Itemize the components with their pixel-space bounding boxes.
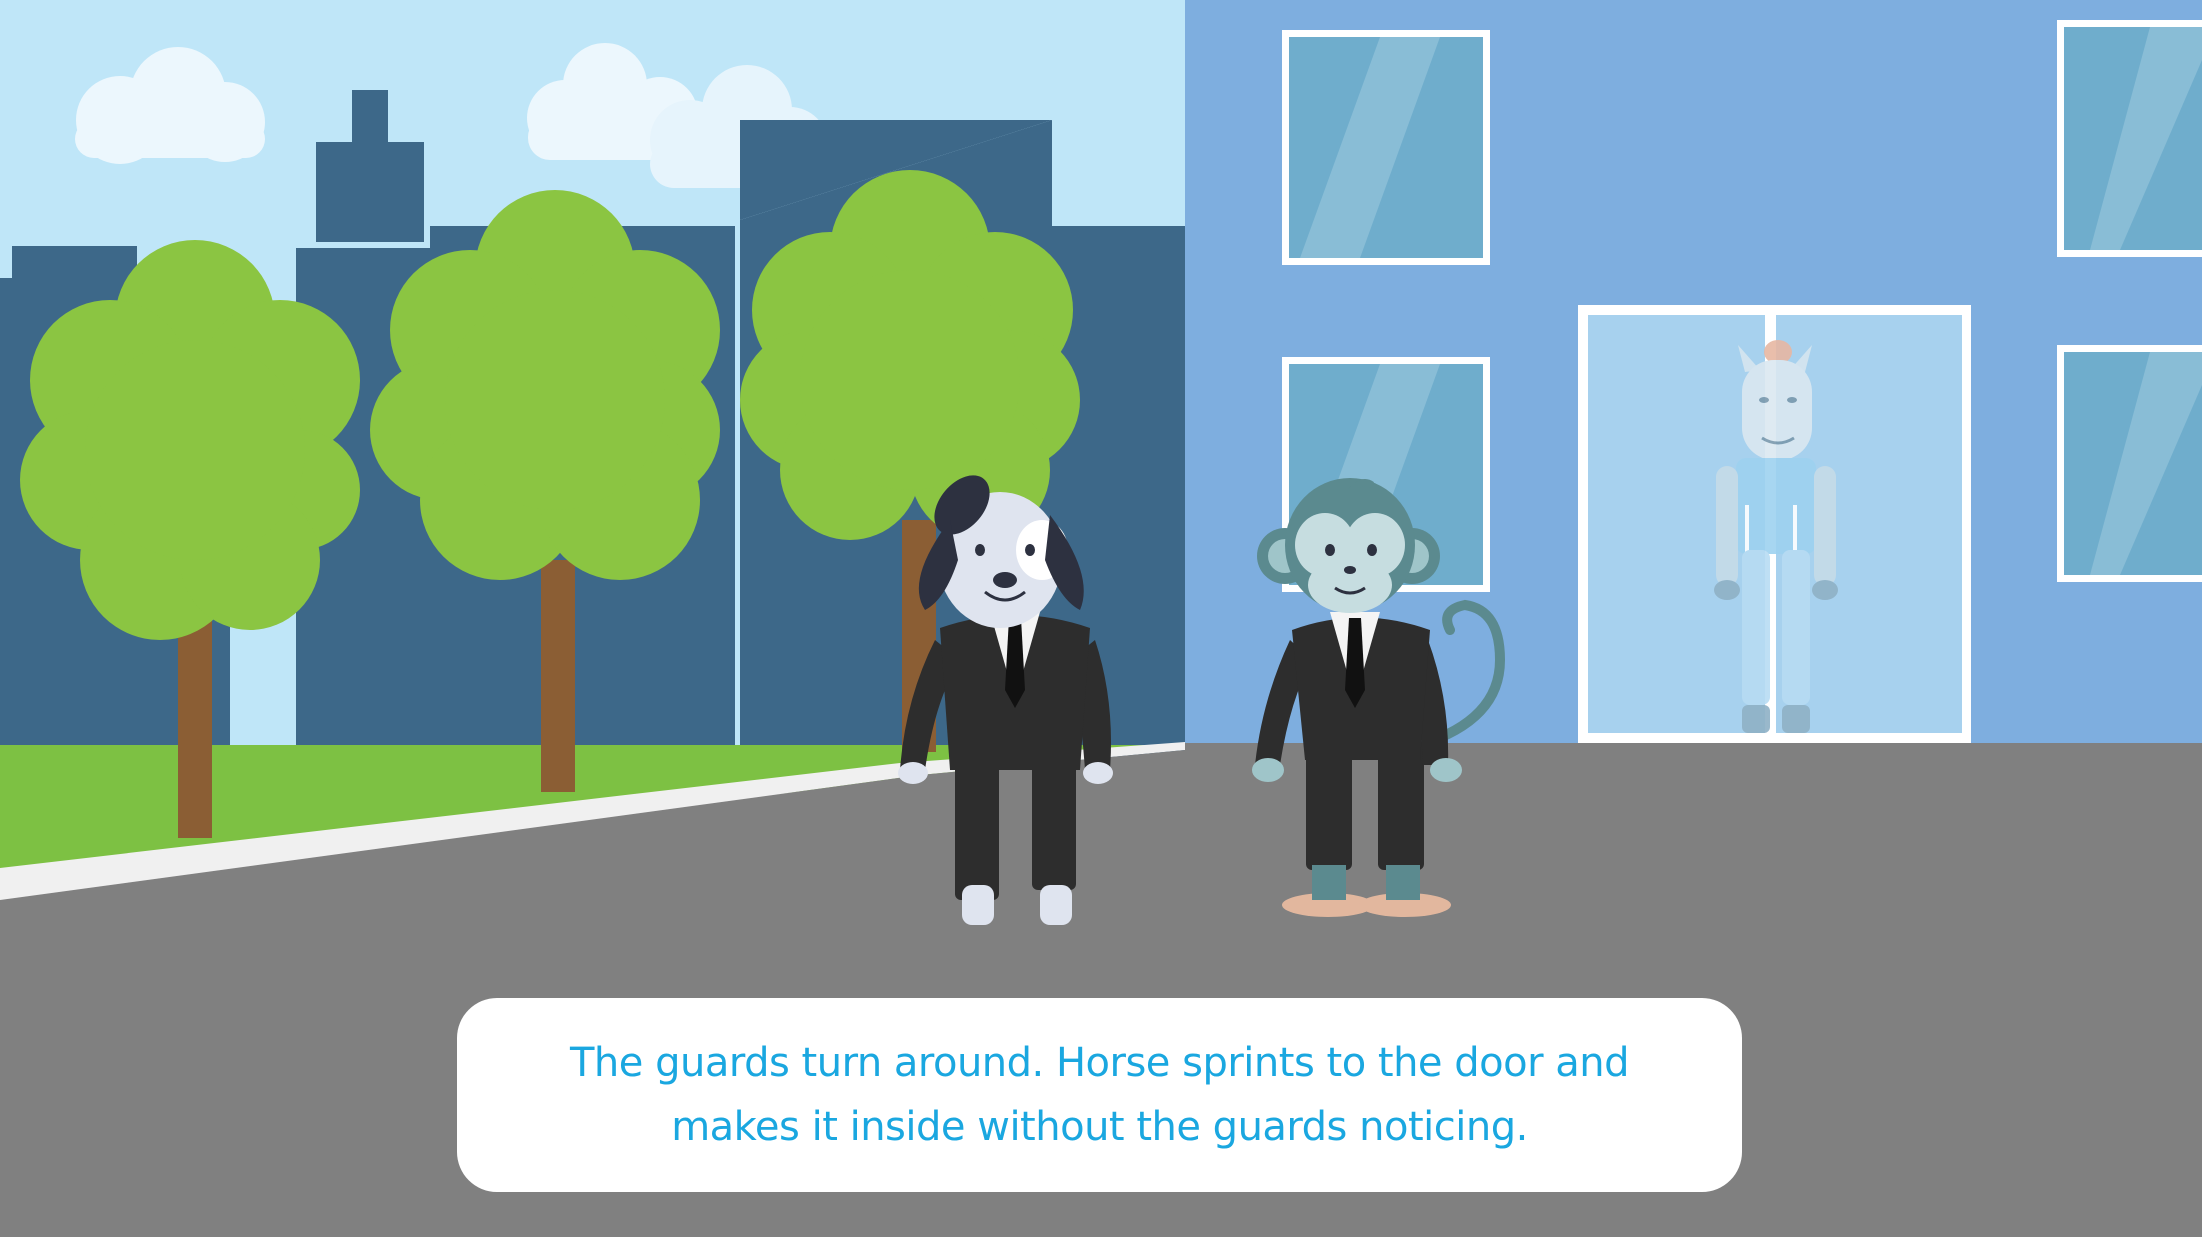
- sky-gap: [735, 300, 740, 380]
- dialog-text: The guards turn around. Horse sprints to…: [570, 1040, 1630, 1150]
- game-scene: The guards turn around. Horse sprints to…: [0, 0, 2202, 1237]
- dialog-box[interactable]: The guards turn around. Horse sprints to…: [457, 998, 1742, 1192]
